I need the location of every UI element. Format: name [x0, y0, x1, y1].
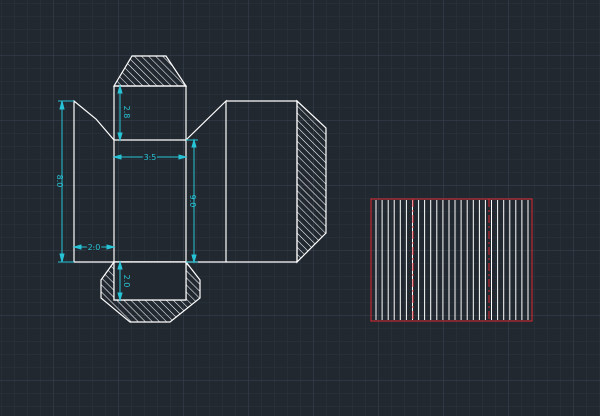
dim-side-height: 9.0	[188, 195, 197, 208]
right-tab-hatched	[296, 99, 327, 264]
dim-left-flap-width: 2.0	[88, 243, 101, 252]
dim-bottom-tab-depth: 2.0	[122, 275, 131, 288]
dim-top-tab-depth: 2.8	[122, 106, 131, 119]
drawing-canvas[interactable]: 8.0 2.8 3.5 9.0 2.0 2.0	[0, 0, 600, 416]
cad-viewport[interactable]: 8.0 2.8 3.5 9.0 2.0 2.0	[0, 0, 600, 416]
dim-face-width: 3.5	[144, 153, 157, 162]
dim-height-total: 8.0	[55, 175, 64, 188]
